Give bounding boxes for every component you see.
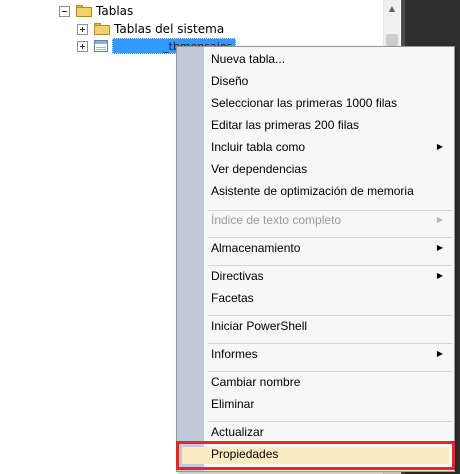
submenu-arrow-icon: ▶ bbox=[436, 142, 443, 151]
menu-item-refresh[interactable]: Actualizar bbox=[203, 421, 453, 443]
menu-item-memory-optimization-advisor[interactable]: Asistente de optimización de memoria bbox=[203, 180, 453, 202]
menu-item-label: Índice de texto completo bbox=[211, 213, 342, 227]
submenu-arrow-icon: ▶ bbox=[436, 349, 443, 358]
collapse-icon[interactable] bbox=[59, 5, 70, 17]
tree-node-tablas[interactable]: Tablas bbox=[59, 2, 133, 20]
menu-item-reports[interactable]: Informes ▶ bbox=[203, 343, 453, 365]
tree-node-label: Tablas bbox=[96, 4, 134, 18]
submenu-arrow-icon: ▶ bbox=[436, 215, 443, 224]
menu-item-full-text-index: Índice de texto completo ▶ bbox=[203, 209, 453, 231]
menu-item-label: Facetas bbox=[211, 291, 254, 305]
menu-item-label: Incluir tabla como bbox=[211, 140, 306, 154]
menu-item-label: Eliminar bbox=[211, 397, 255, 411]
table-icon bbox=[94, 40, 108, 52]
menu-icon-gutter bbox=[177, 47, 204, 471]
menu-item-label: Cambiar nombre bbox=[211, 375, 301, 389]
folder-icon bbox=[94, 23, 110, 35]
expand-icon[interactable] bbox=[77, 23, 88, 35]
menu-item-script-table-as[interactable]: Incluir tabla como ▶ bbox=[203, 136, 453, 158]
menu-item-label: Iniciar PowerShell bbox=[211, 319, 308, 333]
menu-item-edit-top-200[interactable]: Editar las primeras 200 filas bbox=[203, 114, 453, 136]
menu-item-label: Asistente de optimización de memoria bbox=[211, 184, 414, 198]
menu-item-label: Seleccionar las primeras 1000 filas bbox=[211, 96, 398, 110]
menu-item-new-table[interactable]: Nueva tabla... bbox=[203, 48, 453, 70]
menu-item-view-dependencies[interactable]: Ver dependencias bbox=[203, 158, 453, 180]
menu-item-select-top-1000[interactable]: Seleccionar las primeras 1000 filas bbox=[203, 92, 453, 114]
menu-item-label: Diseño bbox=[211, 74, 249, 88]
tree-node-system-tables[interactable]: Tablas del sistema bbox=[77, 20, 224, 38]
folder-icon bbox=[76, 5, 92, 17]
menu-item-label: Nueva tabla... bbox=[211, 52, 286, 66]
menu-item-rename[interactable]: Cambiar nombre bbox=[203, 371, 453, 393]
menu-item-policies[interactable]: Directivas ▶ bbox=[203, 265, 453, 287]
expand-icon[interactable] bbox=[77, 40, 88, 52]
submenu-arrow-icon: ▶ bbox=[436, 271, 443, 280]
menu-item-label: Informes bbox=[211, 347, 258, 361]
menu-item-delete[interactable]: Eliminar bbox=[203, 393, 453, 415]
scroll-up-arrow-icon[interactable]: ▲ bbox=[384, 0, 400, 16]
menu-item-label: Editar las primeras 200 filas bbox=[211, 118, 360, 132]
menu-item-label: Actualizar bbox=[211, 425, 264, 439]
menu-item-label: Almacenamiento bbox=[211, 241, 301, 255]
menu-item-storage[interactable]: Almacenamiento ▶ bbox=[203, 237, 453, 259]
menu-item-label: Ver dependencias bbox=[211, 162, 308, 176]
menu-item-facets[interactable]: Facetas bbox=[203, 287, 453, 309]
tree-node-label: Tablas del sistema bbox=[114, 22, 225, 36]
submenu-arrow-icon: ▶ bbox=[436, 243, 443, 252]
menu-item-design[interactable]: Diseño bbox=[203, 70, 453, 92]
menu-item-label: Propiedades bbox=[211, 447, 279, 461]
menu-item-properties[interactable]: Propiedades bbox=[203, 443, 453, 465]
menu-item-start-powershell[interactable]: Iniciar PowerShell bbox=[203, 315, 453, 337]
menu-item-label: Directivas bbox=[211, 269, 264, 283]
